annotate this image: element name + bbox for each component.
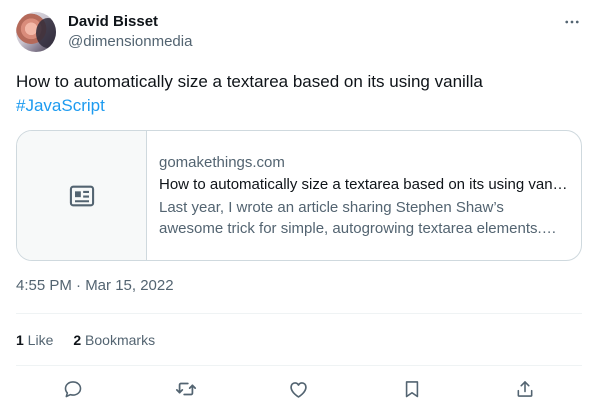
card-domain: gomakethings.com: [159, 153, 285, 171]
tweet-text: How to automatically size a textarea bas…: [16, 70, 582, 118]
card-thumbnail: [17, 131, 147, 260]
timestamp[interactable]: 4:55 PM · Mar 15, 2022: [16, 276, 174, 296]
link-card[interactable]: gomakethings.com How to automatically si…: [16, 130, 582, 261]
more-icon: [565, 20, 579, 24]
like-button[interactable]: [282, 372, 316, 406]
retweet-icon: [175, 382, 196, 396]
bookmark-icon: [405, 381, 419, 398]
retweet-button[interactable]: [169, 372, 203, 406]
likes-stat[interactable]: 1 Like: [16, 330, 53, 350]
author-name[interactable]: David Bisset: [68, 12, 158, 32]
bookmarks-stat[interactable]: 2 Bookmarks: [73, 330, 155, 350]
stats-row: 1 Like 2 Bookmarks: [16, 330, 175, 350]
share-icon: [517, 381, 533, 397]
avatar-shade: [36, 18, 56, 48]
share-button[interactable]: [508, 372, 542, 406]
likes-label: Like: [23, 332, 54, 348]
reply-button[interactable]: [56, 372, 90, 406]
tweet-text-body: How to automatically size a textarea bas…: [16, 72, 483, 91]
like-icon: [290, 381, 308, 398]
divider: [16, 365, 582, 366]
reply-icon: [64, 381, 81, 398]
tweet: David Bisset @dimensionmedia How to auto…: [0, 0, 598, 414]
divider: [16, 313, 582, 314]
action-bar: [16, 370, 582, 408]
card-title: How to automatically size a textarea bas…: [159, 175, 569, 193]
bookmarks-label: Bookmarks: [81, 332, 156, 348]
bookmark-button[interactable]: [395, 372, 429, 406]
author-handle[interactable]: @dimensionmedia: [68, 32, 192, 52]
card-body: gomakethings.com How to automatically si…: [147, 131, 581, 260]
avatar[interactable]: [16, 12, 56, 52]
likes-count: 1: [16, 332, 24, 348]
more-button[interactable]: [560, 10, 584, 34]
card-description: Last year, I wrote an article sharing St…: [159, 198, 542, 237]
article-icon: [69, 185, 94, 206]
hashtag-link[interactable]: #JavaScript: [16, 96, 105, 115]
bookmarks-count: 2: [73, 332, 82, 348]
